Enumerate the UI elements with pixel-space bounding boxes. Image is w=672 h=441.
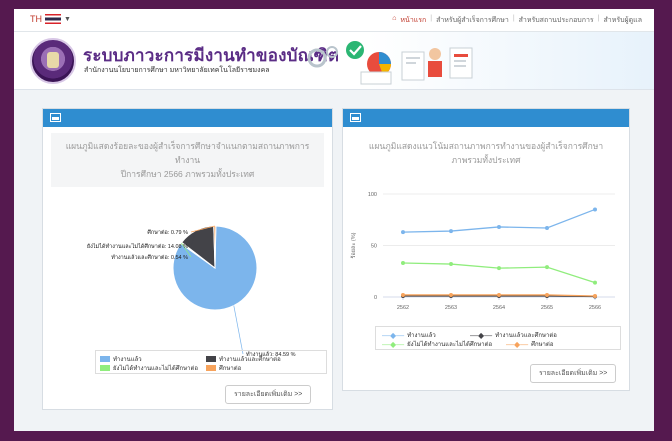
university-seal-logo[interactable] (30, 38, 76, 84)
data-point[interactable] (545, 292, 549, 297)
top-nav: ⌂ หน้าแรก | สำหรับผู้สำเร็จการศึกษา | สำ… (392, 15, 642, 26)
data-point[interactable] (401, 292, 405, 297)
legend-swatch (206, 365, 216, 371)
image-icon (50, 113, 61, 122)
data-point[interactable] (449, 262, 453, 267)
line-legend: —◆— ทำงานแล้ว —◆— ทำงานแล้วและศึกษาต่อ —◆—… (375, 326, 621, 350)
x-tick-label: 2565 (541, 305, 553, 311)
slice-connector (233, 305, 244, 355)
x-tick-label: 2566 (589, 305, 601, 311)
data-point[interactable] (593, 293, 597, 298)
x-tick-label: 2563 (445, 305, 457, 311)
slice-label: ศึกษาต่อ: 0.79 % (147, 229, 188, 236)
panel-title-line: แผนภูมิแสดงแนวโน้มสถานภาพการทำงานของผู้ส… (368, 141, 604, 151)
image-icon (350, 113, 361, 122)
data-point[interactable] (497, 224, 501, 229)
person-icon (429, 48, 441, 60)
y-tick-label: 0 (374, 295, 377, 301)
panel-header (43, 109, 332, 127)
legend-swatch (100, 356, 110, 362)
nav-link-admin[interactable]: สำหรับผู้ดูแล (604, 15, 642, 26)
pie-chart-panel: แผนภูมิแสดงร้อยละของผู้สำเร็จการศึกษาจำแ… (42, 108, 333, 410)
site-header: ระบบภาวะการมีงานทำของบัณฑิต สำนักงานนโยบ… (14, 32, 654, 90)
top-bar: TH ▼ ⌂ หน้าแรก | สำหรับผู้สำเร็จการศึกษา… (14, 9, 654, 32)
more-details-button[interactable]: รายละเอียดเพิ่มเติม >> (225, 385, 312, 404)
legend-swatch (100, 365, 110, 371)
slice-label: ทำงานแล้วและศึกษาต่อ: 0.54 % (111, 254, 188, 261)
slice-label: ยังไม่ได้ทำงานและไม่ได้ศึกษาต่อ: 14.08 % (87, 243, 188, 250)
home-icon: ⌂ (392, 15, 397, 22)
panel-title-line: แผนภูมิแสดงร้อยละของผู้สำเร็จการศึกษาจำแ… (65, 141, 310, 151)
data-point[interactable] (401, 230, 405, 235)
gear-icon (307, 48, 327, 68)
legend-item[interactable]: —◆— ศึกษาต่อ (506, 339, 553, 349)
document-icon (360, 71, 392, 85)
legend-swatch (206, 356, 216, 362)
panel-subtitle: ปีการศึกษา 2566 ภาพรวมทั้งประเทศ (120, 169, 255, 179)
header-illustration (307, 41, 473, 85)
document-icon (401, 51, 425, 81)
chevron-down-icon: ▼ (64, 15, 71, 23)
legend-item[interactable]: ศึกษาต่อ (206, 363, 241, 373)
panel-title-line: ทำงาน (174, 155, 201, 165)
legend-item[interactable]: —◆— ยังไม่ได้ทำงานและไม่ได้ศึกษาต่อ (382, 339, 492, 349)
x-tick-label: 2564 (493, 305, 505, 311)
nav-link-home[interactable]: หน้าแรก (400, 15, 426, 26)
y-axis-label: ร้อยละ (%) (350, 232, 357, 258)
panel-title: แผนภูมิแสดงแนวโน้มสถานภาพการทำงานของผู้ส… (351, 135, 621, 171)
data-point[interactable] (401, 261, 405, 266)
panel-title-line: ภาพรวมทั้งประเทศ (451, 155, 521, 165)
x-tick-label: 2562 (397, 305, 409, 311)
gear-icon (326, 46, 338, 58)
panel-title: แผนภูมิแสดงร้อยละของผู้สำเร็จการศึกษาจำแ… (51, 133, 324, 187)
data-point[interactable] (593, 280, 597, 285)
legend-item[interactable]: ยังไม่ได้ทำงานและไม่ได้ศึกษาต่อ (100, 363, 198, 373)
more-details-button[interactable]: รายละเอียดเพิ่มเติม >> (530, 364, 617, 383)
data-point[interactable] (497, 292, 501, 297)
language-switcher[interactable]: TH ▼ (30, 14, 71, 24)
data-point[interactable] (449, 292, 453, 297)
panel-header (343, 109, 629, 127)
pie-legend: ทำงานแล้ว ทำงานแล้วและศึกษาต่อ ยังไม่ได้… (95, 350, 327, 374)
data-point[interactable] (545, 265, 549, 270)
legend-marker: —◆— (382, 339, 405, 349)
legend-marker: —◆— (506, 339, 529, 349)
page-frame: TH ▼ ⌂ หน้าแรก | สำหรับผู้สำเร็จการศึกษา… (14, 9, 654, 431)
y-tick-label: 100 (368, 192, 377, 198)
thai-flag-icon (45, 14, 61, 24)
document-icon (449, 47, 473, 79)
language-code: TH (30, 14, 42, 24)
check-icon (346, 41, 364, 59)
pie-chart: ทำงานแล้ว: 84.59 %ทำงานแล้วและศึกษาต่อ: … (87, 225, 296, 356)
data-point[interactable] (497, 266, 501, 271)
line-chart-panel: แผนภูมิแสดงแนวโน้มสถานภาพการทำงานของผู้ส… (342, 108, 630, 391)
nav-link-employers[interactable]: สำหรับสถานประกอบการ (519, 15, 594, 26)
data-point[interactable] (593, 207, 597, 212)
site-subtitle: สำนักงานนโยบายการศึกษา มหาวิทยาลัยเทคโนโ… (84, 67, 270, 74)
data-point[interactable] (545, 225, 549, 230)
line-chart: 0 50 100 ร้อยละ (%) 2562 2563 2564 2565 2566 (350, 192, 615, 311)
nav-link-graduates[interactable]: สำหรับผู้สำเร็จการศึกษา (436, 15, 509, 26)
y-tick-label: 50 (371, 244, 377, 250)
series-line[interactable] (402, 262, 596, 284)
data-point[interactable] (449, 229, 453, 234)
